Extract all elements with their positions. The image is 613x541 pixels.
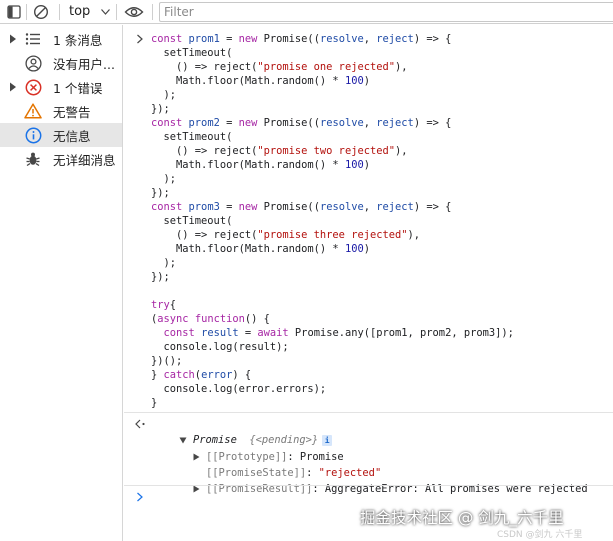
promise-state-row: [[PromiseState]]: "rejected": [206, 467, 382, 479]
watermark-sub: CSDN @剑九 六千里: [497, 530, 583, 540]
sidebar-item-messages[interactable]: 1 条消息: [0, 27, 122, 51]
promise-result-row[interactable]: [[PromiseResult]]: AggregateError: All p…: [168, 468, 588, 495]
code-line: (async function() {: [151, 313, 270, 325]
clear-console-button[interactable]: [31, 2, 51, 22]
code-line: const prom3 = new Promise((resolve, reje…: [151, 201, 452, 213]
code-line: }: [151, 397, 158, 409]
code-line: );: [151, 173, 177, 185]
dropdown-caret-icon: [101, 9, 110, 15]
expand-arrow-icon[interactable]: [193, 485, 200, 493]
user-icon: [24, 54, 42, 72]
watermark: 掘金技术社区 @ 剑九_六千里: [360, 509, 564, 527]
toolbar-divider: [26, 4, 27, 20]
code-line: });: [151, 187, 170, 199]
sidebar-item-verbose[interactable]: 无详细消息: [0, 147, 122, 171]
code-line: setTimeout(: [151, 47, 233, 59]
code-line: const result = await Promise.any([prom1,…: [163, 327, 514, 339]
expand-arrow-icon[interactable]: [9, 82, 17, 92]
sidebar-item-user-messages[interactable]: 没有用户...: [0, 51, 122, 75]
message-divider: [124, 412, 613, 413]
sidebar-item-label: 1 条消息: [53, 32, 103, 48]
code-line: );: [151, 89, 177, 101]
code-line: () => reject("promise two rejected"),: [151, 145, 408, 157]
prototype-row[interactable]: [[Prototype]]: Promise: [168, 436, 344, 463]
toolbar-divider: [116, 4, 117, 20]
code-line: try{: [151, 299, 177, 311]
sidebar-item-errors[interactable]: 1 个错误: [0, 75, 122, 99]
input-prompt-icon[interactable]: [136, 492, 144, 502]
context-label[interactable]: top: [69, 4, 90, 19]
code-line: setTimeout(: [151, 215, 233, 227]
code-line: });: [151, 103, 170, 115]
code-line: );: [151, 257, 177, 269]
console-output: const prom1 = new Promise((resolve, reje…: [124, 25, 613, 541]
console-toolbar: top: [0, 0, 613, 24]
result-arrow-icon: [135, 419, 145, 429]
code-line: setTimeout(: [151, 131, 233, 143]
code-line: const prom2 = new Promise((resolve, reje…: [151, 117, 452, 129]
code-line: console.log(error.errors);: [151, 383, 327, 395]
toolbar-divider: [152, 4, 153, 20]
sidebar-item-label: 1 个错误: [53, 80, 103, 96]
code-line: })();: [151, 355, 183, 367]
code-line: } catch(error) {: [151, 369, 252, 381]
code-line: () => reject("promise one rejected"),: [151, 61, 408, 73]
code-line: Math.floor(Math.random() * 100): [151, 159, 370, 171]
sidebar-item-info[interactable]: 无信息: [0, 123, 122, 147]
expand-arrow-icon[interactable]: [9, 34, 17, 44]
error-icon: [24, 78, 42, 96]
sidebar-item-label: 没有用户...: [53, 56, 115, 72]
list-icon: [24, 30, 42, 48]
warning-icon: [24, 102, 42, 120]
console-sidebar: 1 条消息 没有用户... 1 个错误 无警告 无信息 无详细消息: [0, 25, 123, 541]
code-line: () => reject("promise three rejected"),: [151, 229, 421, 241]
sidebar-toggle-button[interactable]: [5, 2, 23, 22]
code-line: Math.floor(Math.random() * 100): [151, 243, 370, 255]
sidebar-item-label: 无详细消息: [53, 152, 116, 168]
sidebar-item-label: 无信息: [53, 128, 91, 144]
info-icon: [24, 126, 42, 144]
promise-result-header[interactable]: Promise {<pending>} i: [154, 419, 333, 446]
bug-icon: [24, 150, 42, 168]
code-line: console.log(result);: [151, 341, 289, 353]
live-expression-button[interactable]: [122, 2, 146, 22]
message-divider: [124, 485, 613, 486]
input-prompt-icon: [137, 34, 143, 44]
sidebar-item-label: 无警告: [53, 104, 91, 120]
code-line: const prom1 = new Promise((resolve, reje…: [151, 33, 452, 45]
clear-console-icon: [33, 4, 49, 20]
sidebar-item-warnings[interactable]: 无警告: [0, 99, 122, 123]
code-line: Math.floor(Math.random() * 100): [151, 75, 370, 87]
sidebar-toggle-icon: [7, 5, 21, 19]
code-line: });: [151, 271, 170, 283]
toolbar-divider: [59, 4, 60, 20]
filter-input[interactable]: [159, 2, 613, 22]
eye-icon: [124, 7, 144, 17]
